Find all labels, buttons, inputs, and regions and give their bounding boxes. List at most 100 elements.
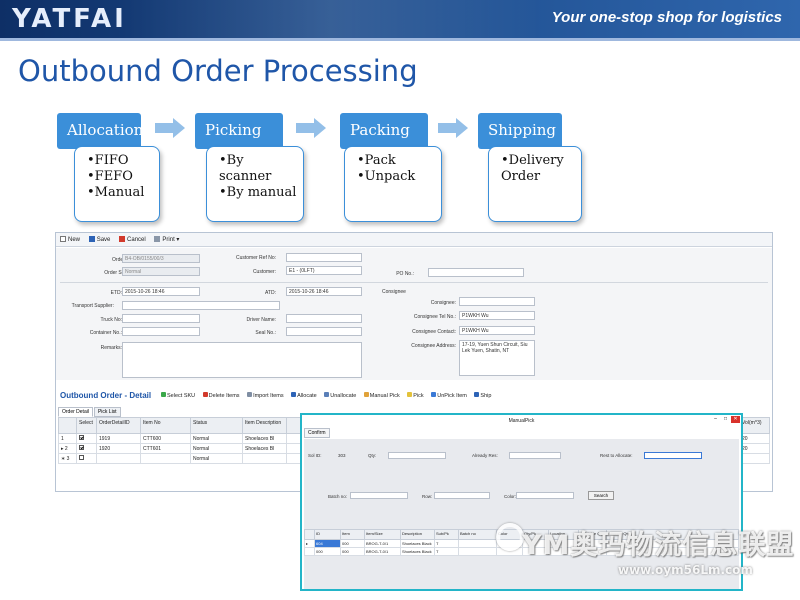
checkbox[interactable]	[79, 445, 84, 450]
column-header[interactable]: Allocate Qty	[606, 529, 739, 540]
stage-packing-box: Pack Unpack	[344, 146, 442, 222]
allocate-button[interactable]: Allocate	[291, 392, 317, 399]
checkbox[interactable]	[79, 455, 84, 460]
column-header[interactable]: OrderDetailID	[96, 417, 141, 434]
banner-sheen	[120, 0, 540, 38]
transport-select[interactable]	[122, 301, 280, 310]
cell	[739, 453, 770, 464]
window-toolbar: New Save Cancel Print ▾	[56, 233, 772, 247]
batch-no-field[interactable]	[350, 492, 408, 499]
stage-item: Pack	[357, 153, 435, 169]
search-button[interactable]: Search	[588, 491, 614, 500]
row-select[interactable]	[76, 443, 97, 454]
column-header[interactable]: Item/Size	[364, 529, 401, 540]
column-header[interactable]: Sub/Pk	[434, 529, 459, 540]
driver-field[interactable]	[286, 314, 362, 323]
stage-shipping-box: Delivery Order	[488, 146, 582, 222]
unallocate-button[interactable]: Unallocate	[324, 392, 356, 399]
pick-icon	[407, 392, 413, 397]
po-label: PO No.:	[396, 271, 414, 277]
column-header[interactable]: Description	[400, 529, 435, 540]
tool-label: Pick	[413, 393, 424, 399]
unpick-button[interactable]: UnPick Item	[431, 392, 467, 399]
order-status-select[interactable]: Normal	[122, 267, 200, 276]
manual-pick-button[interactable]: Manual Pick	[363, 392, 400, 399]
remarks-field[interactable]	[122, 342, 362, 378]
qty-field[interactable]	[388, 452, 446, 459]
sol-value: 303	[338, 453, 346, 458]
column-header[interactable]: Item No	[140, 417, 191, 434]
checkbox[interactable]	[79, 435, 84, 440]
import-items-button[interactable]: Import Items	[247, 392, 284, 399]
close-icon[interactable]: ✕	[731, 416, 740, 423]
color-select[interactable]	[516, 492, 574, 499]
tool-label: Manual Pick	[369, 393, 400, 399]
cell[interactable]	[606, 547, 739, 556]
etd-field[interactable]: 2015-10-26 18:46	[122, 287, 200, 296]
row-select[interactable]	[76, 453, 97, 464]
delete-items-button[interactable]: Delete Items	[202, 392, 240, 399]
rest-to-allocate-field[interactable]	[644, 452, 702, 459]
new-button[interactable]: New	[60, 236, 80, 243]
column-header[interactable]: Item	[340, 529, 365, 540]
banner-divider	[0, 38, 800, 41]
order-no-field[interactable]: B4-OB/0155/00/3	[122, 254, 200, 263]
tool-label: UnPick Item	[437, 393, 467, 399]
column-header	[304, 529, 315, 540]
consignee-tel-field[interactable]: P1WKH Wu	[459, 311, 535, 320]
po-field[interactable]	[428, 268, 524, 277]
pick-button[interactable]: Pick	[407, 392, 424, 399]
consignee-address-field[interactable]: 17-19, Yuen Shun Circuit, Siu Lek Yuen, …	[459, 340, 535, 376]
cancel-button[interactable]: Cancel	[119, 236, 146, 243]
column-header[interactable]: ID	[314, 529, 341, 540]
column-header[interactable]: Available Qty	[578, 529, 607, 540]
consignee-select[interactable]	[459, 297, 535, 306]
tab-order-detail[interactable]: Order Detail	[58, 407, 93, 417]
customer-select[interactable]: E1 - (0LFT)	[286, 266, 362, 275]
confirm-button[interactable]: Confirm	[304, 428, 330, 438]
column-header[interactable]: Location	[548, 529, 579, 540]
column-header[interactable]: Vol(m^3)	[739, 417, 770, 434]
flow-arrow-icon	[155, 118, 185, 138]
container-label: Container No.:	[89, 330, 122, 336]
select-sku-button[interactable]: Select SKU	[161, 392, 195, 399]
cell[interactable]: 604	[314, 539, 341, 548]
cell[interactable]	[606, 539, 739, 548]
container-field[interactable]	[122, 327, 200, 336]
cell: Shoelaces Bl	[242, 433, 287, 444]
column-header[interactable]: Status	[190, 417, 243, 434]
seal-field[interactable]	[286, 327, 362, 336]
minimize-icon[interactable]: –	[711, 416, 720, 423]
row-select[interactable]	[434, 492, 490, 499]
save-button[interactable]: Save	[88, 236, 110, 243]
cell: Normal	[190, 453, 243, 464]
consignee-contact-field[interactable]: P1WKH Wu	[459, 326, 535, 335]
consignee-contact-label: Consignee Contact:	[412, 329, 456, 335]
maximize-icon[interactable]: □	[721, 416, 730, 423]
flow-arrow-icon	[296, 118, 326, 138]
stage-picking-header: Picking	[195, 113, 283, 149]
page-title: Outbound Order Processing	[18, 54, 418, 88]
column-header[interactable]: Color	[496, 529, 523, 540]
tool-label: Import Items	[253, 393, 284, 399]
cell	[522, 547, 549, 556]
table-row[interactable]: ▸ 604 000 BROG-T-0/1 Shoelaces Black T	[304, 539, 739, 548]
row-indicator: ▸	[304, 539, 315, 548]
etd-label: ETD:	[110, 290, 122, 296]
atd-field[interactable]: 2015-10-26 18:46	[286, 287, 362, 296]
column-header[interactable]: Select	[76, 417, 97, 434]
print-button[interactable]: Print ▾	[154, 236, 179, 243]
table-row[interactable]: 000 000 BROG-T-0/1 Shoelaces Black T	[304, 547, 739, 556]
customer-ref-field[interactable]	[286, 253, 362, 262]
column-header[interactable]: Batch no	[458, 529, 497, 540]
stage-shipping-header: Shipping	[478, 113, 562, 149]
already-reserved-field[interactable]	[509, 452, 561, 459]
cell: 20	[739, 443, 770, 454]
row-select[interactable]	[76, 433, 97, 444]
tab-pick-list[interactable]: Pick List	[93, 407, 121, 417]
column-header[interactable]: Item Description	[242, 417, 287, 434]
column-header[interactable]: Qty/Pk	[522, 529, 549, 540]
truck-field[interactable]	[122, 314, 200, 323]
ship-button[interactable]: Ship	[474, 392, 491, 399]
print-label: Print	[162, 237, 175, 243]
